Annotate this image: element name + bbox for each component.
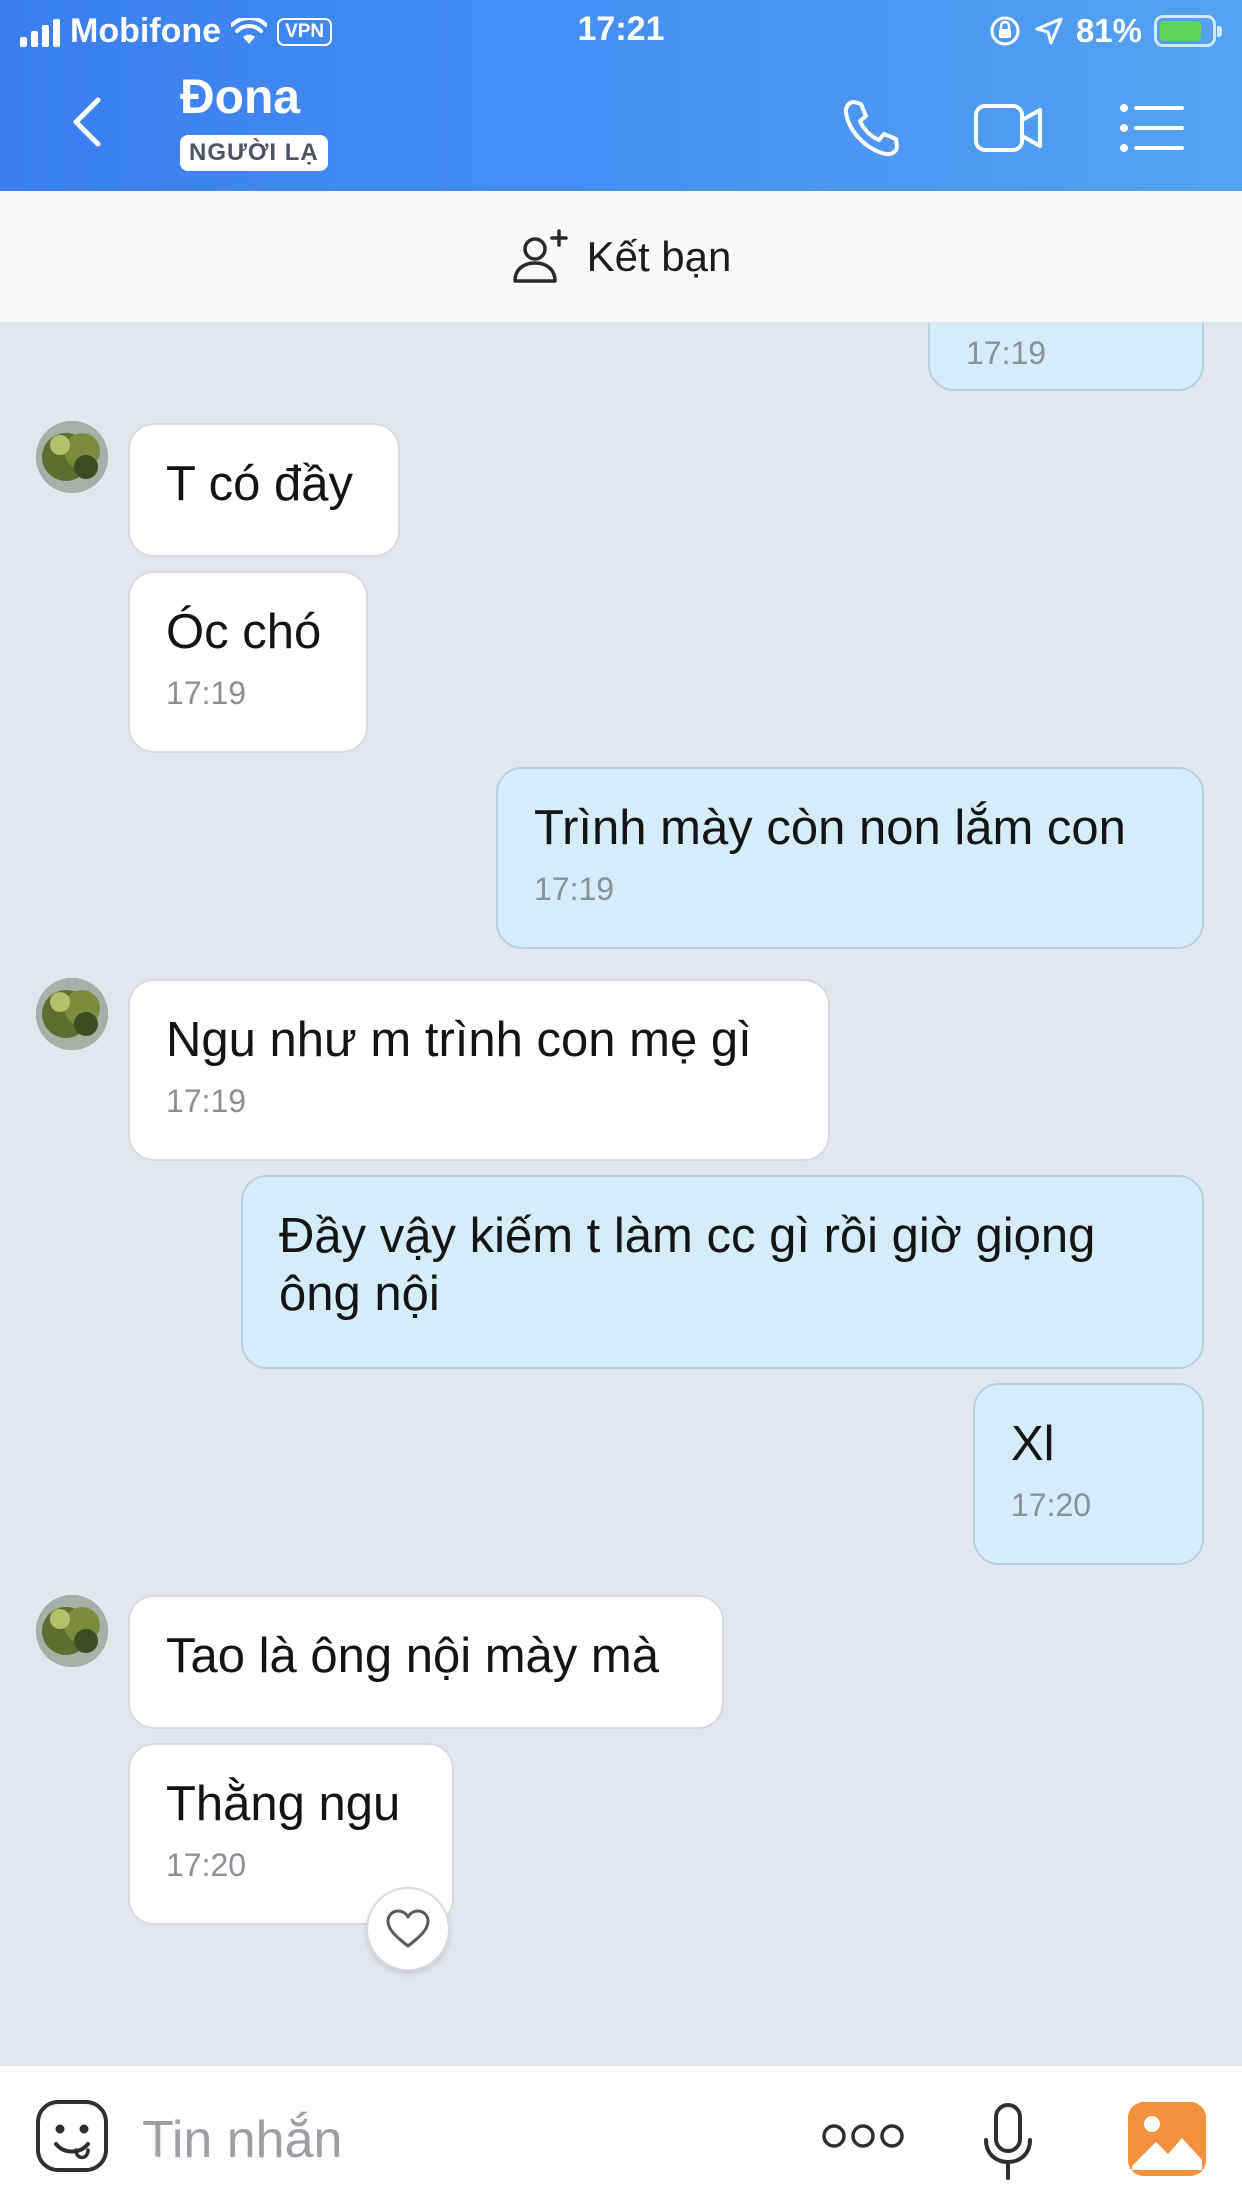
image-icon: [1128, 2102, 1206, 2176]
add-friend-bar[interactable]: Kết bạn: [0, 191, 1242, 323]
message-text: Đầy vậy kiếm t làm cc gì rồi giờ giọng ô…: [279, 1209, 1096, 1321]
avatar[interactable]: [36, 1595, 108, 1667]
nav-bar: Đona NGƯỜI LẠ: [0, 62, 1242, 191]
orientation-lock-icon: [990, 16, 1020, 46]
avatar-tree-image: [36, 421, 108, 493]
message-time: 17:19: [534, 871, 615, 907]
voice-call-button[interactable]: [836, 92, 908, 164]
more-options-button[interactable]: [820, 2118, 906, 2154]
sticker-button[interactable]: [34, 2098, 110, 2174]
chat-screen: Mobifone VPN 17:21 81% Đona NGƯỜI LẠ Kết…: [0, 0, 1242, 2208]
avatar-tree-image: [36, 978, 108, 1050]
status-right: 81%: [988, 12, 1222, 50]
status-bar: Mobifone VPN 17:21 81%: [0, 0, 1242, 62]
contact-name[interactable]: Đona: [180, 70, 300, 125]
message-bubble-outgoing[interactable]: 17:19: [928, 323, 1204, 391]
message-time: 17:19: [166, 675, 247, 711]
message-time: 17:19: [166, 1083, 247, 1119]
message-text: Xl: [1011, 1417, 1055, 1471]
message-text: Thằng ngu: [166, 1777, 401, 1831]
battery-percent: 81%: [1075, 12, 1142, 49]
message-bubble-incoming[interactable]: Tao là ông nội mày mà: [128, 1595, 724, 1729]
react-heart-button[interactable]: [366, 1887, 450, 1971]
message-bubble-outgoing[interactable]: Đầy vậy kiếm t làm cc gì rồi giờ giọng ô…: [241, 1175, 1204, 1369]
avatar-tree-image: [36, 1595, 108, 1667]
battery-icon: [1154, 15, 1222, 47]
message-input[interactable]: Tin nhắn: [142, 2110, 342, 2170]
message-time: 17:20: [166, 1847, 247, 1883]
message-text: Ngu như m trình con mẹ gì: [166, 1013, 752, 1067]
add-friend-label: Kết bạn: [586, 232, 732, 280]
message-bubble-outgoing[interactable]: Trình mày còn non lắm con 17:19: [496, 767, 1204, 949]
message-text: Óc chó: [166, 605, 322, 659]
message-text: Trình mày còn non lắm con: [534, 801, 1126, 855]
message-time: 17:20: [1011, 1487, 1092, 1523]
heart-icon: [386, 1909, 430, 1948]
video-call-button[interactable]: [972, 92, 1044, 164]
back-button[interactable]: [62, 92, 112, 152]
message-list: 17:19 T có đầy Óc chó 17:19 Trình mày cò…: [0, 323, 1242, 2065]
message-text: T có đầy: [166, 457, 354, 511]
battery-fill: [1160, 21, 1201, 41]
avatar[interactable]: [36, 421, 108, 493]
stranger-badge: NGƯỜI LẠ: [180, 135, 328, 171]
message-bubble-incoming[interactable]: Ngu như m trình con mẹ gì 17:19: [128, 979, 830, 1161]
add-friend-icon: [512, 228, 568, 283]
message-time: 17:19: [966, 335, 1047, 371]
message-bubble-incoming[interactable]: T có đầy: [128, 423, 400, 557]
photo-gallery-button[interactable]: [1128, 2102, 1206, 2176]
location-arrow-icon: [1035, 17, 1063, 45]
composer-bar: Tin nhắn: [0, 2065, 1242, 2208]
microphone-button[interactable]: [980, 2102, 1036, 2182]
avatar[interactable]: [36, 978, 108, 1050]
menu-button[interactable]: [1116, 92, 1188, 164]
chat-header: Mobifone VPN 17:21 81% Đona NGƯỜI LẠ: [0, 0, 1242, 191]
message-text: Tao là ông nội mày mà: [166, 1629, 659, 1683]
message-bubble-outgoing[interactable]: Xl 17:20: [973, 1383, 1204, 1565]
message-bubble-incoming[interactable]: Óc chó 17:19: [128, 571, 368, 753]
